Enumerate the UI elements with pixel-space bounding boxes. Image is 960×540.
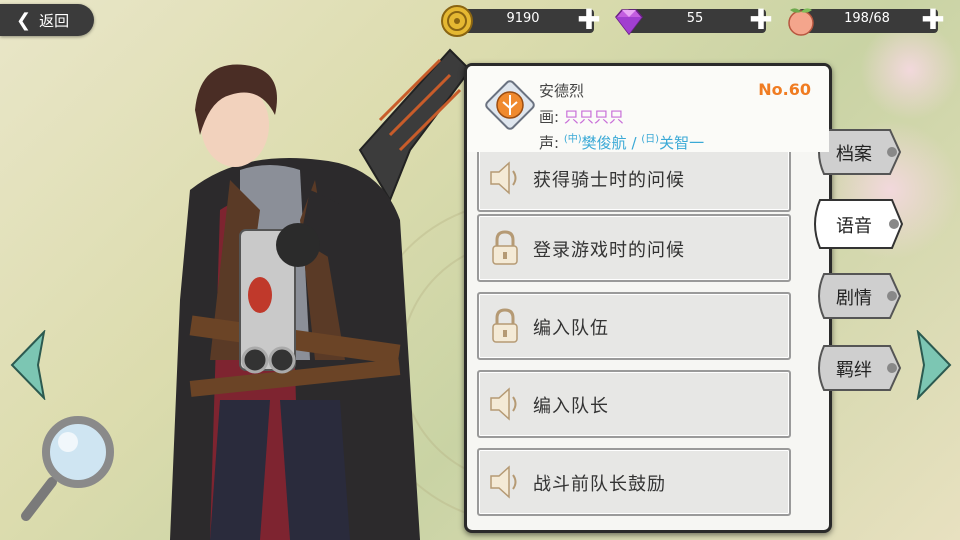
speaker-icon xyxy=(490,387,517,421)
next-character-arrow-icon[interactable] xyxy=(914,330,954,400)
gold-coin-icon xyxy=(441,5,473,37)
lock-icon xyxy=(492,230,518,265)
diamond-icon xyxy=(615,9,643,36)
gold-resource: 9190 ✚ xyxy=(440,4,606,38)
voice-actor-line: 声: (中)樊俊航 / (日)关智一 xyxy=(539,130,704,153)
gold-value: 9190 xyxy=(506,11,540,26)
voice-line-label: 编入队长 xyxy=(533,396,609,417)
stamina-resource: 198/68 ✚ xyxy=(784,4,950,38)
artist-line: 画: 只只只只 xyxy=(539,106,624,127)
add-stamina-button[interactable]: ✚ xyxy=(918,6,948,36)
tab-label: 语音 xyxy=(836,216,872,237)
character-name: 安德烈 xyxy=(539,82,585,100)
back-button[interactable]: ❮ 返回 xyxy=(0,4,94,36)
lock-icon xyxy=(492,308,518,343)
character-header: 安德烈 No.60 画: 只只只只 声: (中)樊俊航 / (日)关智一 xyxy=(467,66,829,152)
back-label: 返回 xyxy=(39,11,70,30)
artist-prefix: 画: xyxy=(539,108,560,126)
character-portrait xyxy=(170,48,472,540)
diamond-resource: 55 ✚ xyxy=(612,4,778,38)
tab-voice[interactable]: 语音 xyxy=(810,198,904,250)
previous-character-arrow-icon[interactable] xyxy=(8,330,48,400)
voice-jp-name: 关智一 xyxy=(659,134,705,152)
speaker-icon xyxy=(490,465,517,499)
add-diamond-button[interactable]: ✚ xyxy=(746,6,776,36)
stamina-value: 198/68 xyxy=(844,11,890,26)
artist-name: 只只只只 xyxy=(563,108,624,126)
voice-separator: / xyxy=(626,134,642,152)
diamond-value: 55 xyxy=(686,11,704,26)
chevron-left-icon: ❮ xyxy=(16,9,32,31)
voice-line-item[interactable]: 编入队伍 xyxy=(477,292,791,360)
voice-line-label: 登录游戏时的问候 xyxy=(533,240,685,261)
faction-emblem-icon xyxy=(485,80,535,130)
speaker-icon xyxy=(490,161,517,195)
voice-cn-name: 樊俊航 xyxy=(581,134,627,152)
voice-jp-tag: (日) xyxy=(641,134,660,145)
tab-label: 羁绊 xyxy=(836,360,872,381)
voice-line-item[interactable]: 登录游戏时的问候 xyxy=(477,214,791,282)
peach-stamina-icon xyxy=(788,8,814,36)
voice-line-label: 战斗前队长鼓励 xyxy=(533,474,666,495)
tab-label: 剧情 xyxy=(836,288,872,309)
tab-bond[interactable]: 羁绊 xyxy=(810,342,904,394)
voice-panel: 安德烈 No.60 画: 只只只只 声: (中)樊俊航 / (日)关智一 获得骑… xyxy=(464,63,832,533)
tab-story[interactable]: 剧情 xyxy=(810,270,904,322)
tab-label: 档案 xyxy=(836,144,872,165)
voice-line-label: 编入队伍 xyxy=(533,318,609,339)
voice-line-item[interactable]: 编入队长 xyxy=(477,370,791,438)
add-gold-button[interactable]: ✚ xyxy=(574,6,604,36)
voice-line-label: 获得骑士时的问候 xyxy=(533,170,685,191)
character-number: No.60 xyxy=(758,80,811,99)
voice-prefix: 声: xyxy=(539,134,560,152)
voice-line-item[interactable]: 获得骑士时的问候 xyxy=(477,144,791,212)
magnifier-icon[interactable] xyxy=(18,412,118,522)
voice-line-item[interactable]: 战斗前队长鼓励 xyxy=(477,448,791,516)
voice-cn-tag: (中) xyxy=(563,134,582,145)
